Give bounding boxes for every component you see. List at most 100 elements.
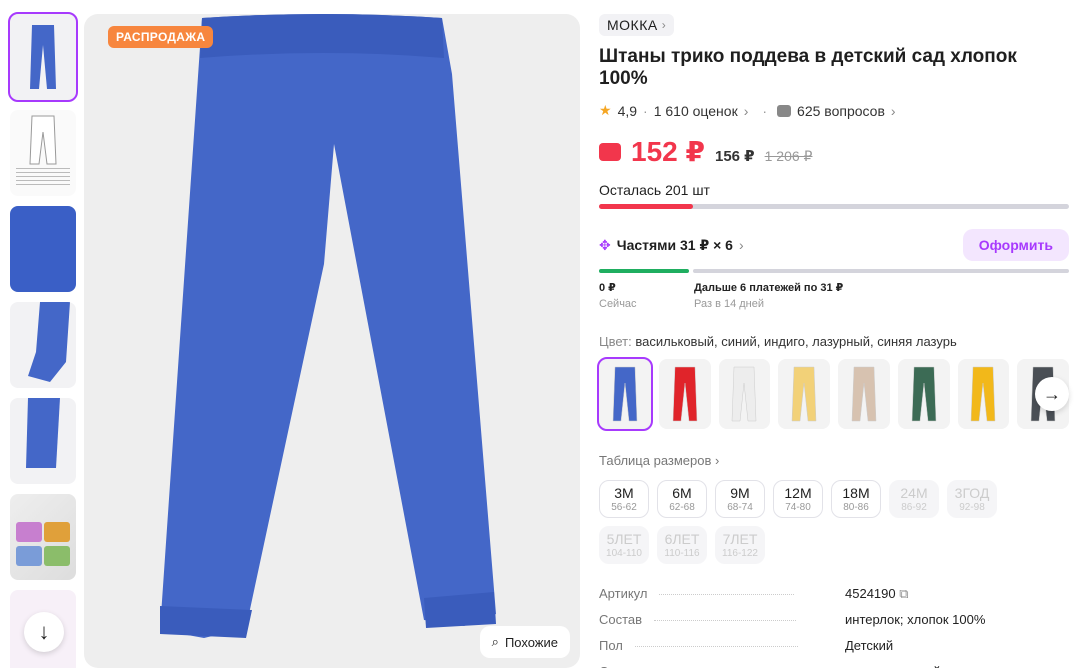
spec-key: Сезон — [599, 664, 636, 668]
spec-value: круглогодичный — [845, 664, 941, 668]
size-label: 6ЛЕТ — [664, 531, 700, 547]
size-option[interactable]: 12M 74-80 — [773, 480, 823, 518]
spec-value: интерлок; хлопок 100% — [845, 612, 986, 627]
price-alt: 156 ₽ — [714, 148, 755, 165]
pants-icon — [911, 366, 936, 422]
pants-icon — [971, 366, 996, 422]
size-label: 6M — [672, 485, 692, 501]
arrange-button[interactable]: Оформить — [962, 229, 1069, 261]
scroll-down-arrow-icon[interactable]: ↓ — [24, 612, 64, 652]
pants-icon — [732, 366, 757, 422]
price-old: 1 206 ₽ — [764, 148, 813, 164]
size-range: 56-62 — [611, 502, 637, 513]
spec-key: Пол — [599, 638, 623, 653]
size-range: 104-110 — [606, 548, 642, 559]
color-swatch[interactable] — [658, 359, 711, 429]
size-option[interactable]: 3M 56-62 — [599, 480, 649, 518]
product-title: Штаны трико поддева в детский сад хлопок… — [599, 46, 1017, 89]
color-swatches: → — [597, 357, 1069, 431]
thumbnail-6[interactable] — [10, 494, 76, 580]
later-label: Раз в 14 дней — [694, 298, 765, 310]
reviews-link[interactable]: 1 610 оценок — [654, 103, 738, 119]
size-range: 62-68 — [669, 502, 695, 513]
product-info: МОККА › Штаны трико поддева в детский са… — [597, 14, 1069, 668]
thumbnail-2[interactable] — [10, 110, 76, 196]
main-product-image[interactable]: РАСПРОДАЖА ⌕ Похожие — [84, 14, 580, 668]
color-swatch[interactable] — [718, 359, 771, 429]
stock-bar-fill — [599, 204, 693, 209]
color-swatch[interactable] — [897, 359, 950, 429]
installments-label: Частями 31 ₽ × 6 — [616, 236, 733, 253]
size-range: 74-80 — [785, 502, 811, 513]
thumbnail-4[interactable] — [10, 302, 76, 388]
cuff-icon — [28, 302, 70, 382]
size-option[interactable]: 18M 80-86 — [831, 480, 881, 518]
stock-label: Осталась 201 шт — [599, 182, 710, 198]
size-range: 116-122 — [722, 548, 758, 559]
copy-icon[interactable]: ⧉ — [896, 586, 908, 601]
star-icon: ★ — [599, 102, 612, 118]
pants-image — [160, 14, 496, 638]
later-amount: Дальше 6 платежей по 31 ₽ — [694, 282, 844, 294]
thumbnail-5[interactable] — [10, 398, 76, 484]
arrow-right-icon[interactable]: → — [1035, 377, 1069, 411]
color-swatch[interactable] — [778, 359, 830, 429]
separator-dot: · — [762, 102, 768, 119]
separator-dot: · — [643, 102, 648, 119]
color-swatch[interactable] — [957, 359, 1010, 429]
size-label: 12M — [784, 485, 812, 501]
questions-link[interactable]: 625 вопросов — [797, 103, 885, 119]
brand-link[interactable]: МОККА › — [599, 14, 675, 36]
cuff-icon — [26, 398, 60, 468]
spec-key: Артикул — [599, 586, 648, 601]
spec-leader — [659, 594, 795, 595]
now-label: Сейчас — [599, 298, 637, 310]
size-label: 7ЛЕТ — [722, 531, 758, 547]
rating-value: 4,9 — [617, 102, 638, 119]
installments-row: ✥ Частями 31 ₽ × 6 › Оформить — [599, 229, 1069, 261]
chevron-right-icon: › — [743, 102, 749, 119]
spec-row: Сезон круглогодичный — [599, 664, 1069, 668]
size-label: 24M — [900, 485, 928, 501]
size-options: 3M 56-62 6M 62-68 9M 68-74 12M 74-80 18M 80-86 24M… — [599, 480, 1019, 564]
spec-list: Артикул 4524190 ⧉ Состав интерлок; хлопок 1… — [599, 586, 1069, 668]
size-option: 24M 86-92 — [889, 480, 939, 518]
size-range: 92-98 — [959, 502, 985, 513]
brand-name: МОККА — [607, 17, 658, 33]
size-option: 7ЛЕТ 116-122 — [715, 526, 765, 564]
size-option: 6ЛЕТ 110-116 — [657, 526, 707, 564]
size-label: 3M — [614, 485, 634, 501]
spec-value[interactable]: 4524190 ⧉ — [845, 586, 909, 602]
chevron-right-icon: › — [715, 453, 720, 468]
search-image-icon: ⌕ — [491, 634, 499, 649]
spec-leader — [654, 620, 797, 621]
spec-key: Состав — [599, 612, 643, 627]
thumbnail-strip — [8, 12, 78, 668]
payment-progress — [599, 269, 1069, 273]
stock-bar — [599, 204, 1069, 209]
pants-icon — [791, 366, 817, 422]
similar-button[interactable]: ⌕ Похожие — [479, 626, 570, 658]
spec-row: Пол Детский — [599, 638, 1069, 664]
color-swatch[interactable] — [597, 357, 653, 431]
size-table-link[interactable]: Таблица размеров › — [599, 453, 1069, 468]
size-range: 68-74 — [727, 502, 753, 513]
thumbnail-1[interactable] — [8, 12, 78, 102]
sale-badge: РАСПРОДАЖА — [108, 26, 214, 48]
size-label: 5ЛЕТ — [606, 531, 642, 547]
size-option[interactable]: 9M 68-74 — [715, 480, 765, 518]
similar-button-label: Похожие — [504, 634, 558, 650]
size-range: 80-86 — [843, 502, 869, 513]
installments-link[interactable]: ✥ Частями 31 ₽ × 6 › — [599, 237, 744, 254]
thumbnail-3[interactable] — [10, 206, 76, 292]
rating-row: ★ 4,9 · 1 610 оценок › · 625 вопросов › — [599, 102, 1069, 119]
spec-leader — [634, 646, 798, 647]
size-range: 86-92 — [901, 502, 927, 513]
wallet-icon — [599, 142, 621, 161]
color-value: васильковый, синий, индиго, лазурный, си… — [635, 334, 957, 349]
size-option[interactable]: 6M 62-68 — [657, 480, 707, 518]
size-label: 3ГОД — [954, 485, 990, 501]
color-swatch[interactable] — [838, 359, 890, 429]
chevron-right-icon: › — [661, 18, 667, 32]
size-range: 110-116 — [664, 548, 700, 559]
